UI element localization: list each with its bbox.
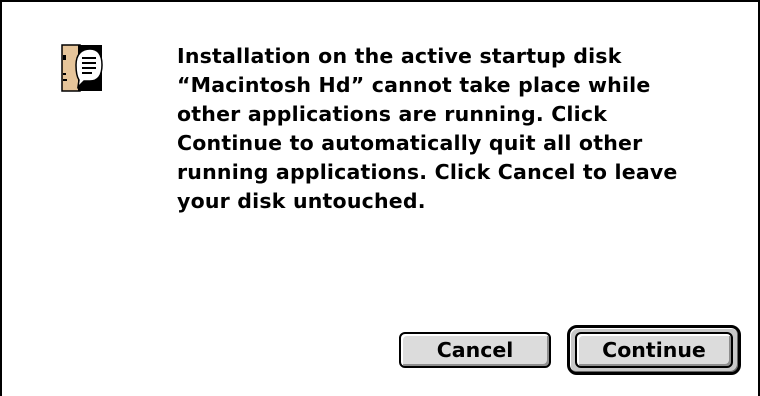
cancel-button[interactable]: Cancel	[399, 332, 551, 368]
alert-message: Installation on the active startup disk …	[177, 44, 678, 213]
note-alert-icon	[60, 43, 104, 93]
continue-button[interactable]: Continue	[575, 332, 733, 368]
alert-dialog: Installation on the active startup disk …	[0, 0, 760, 396]
